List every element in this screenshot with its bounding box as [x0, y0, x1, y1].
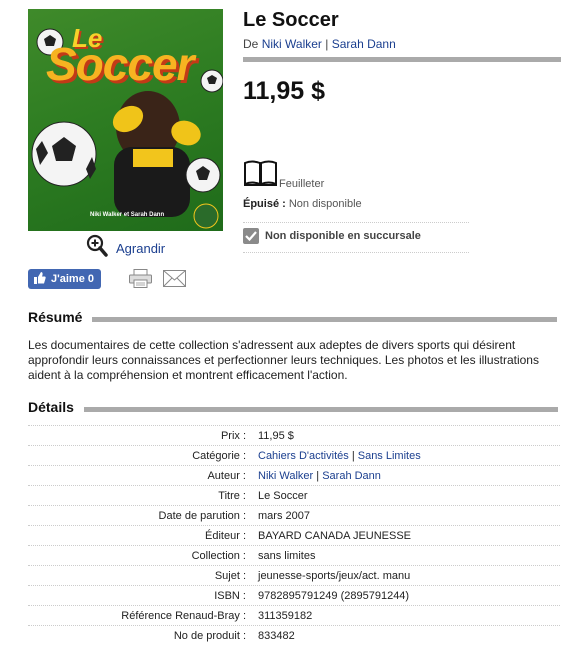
details-row-category: Catégorie : Cahiers D'activités | Sans L…: [28, 445, 560, 465]
details-value: mars 2007: [258, 509, 310, 522]
byline: De Niki Walker | Sarah Dann: [243, 37, 396, 51]
details-row-reference: Référence Renaud-Bray : 311359182: [28, 605, 560, 625]
author-link-niki-walker[interactable]: Niki Walker: [262, 37, 322, 51]
branch-status-label: Non disponible en succursale: [265, 230, 421, 242]
details-value: jeunesse-sports/jeux/act. manu: [258, 569, 411, 582]
book-icon: [244, 160, 277, 191]
details-row-publisher: Éditeur : BAYARD CANADA JEUNESSE: [28, 525, 560, 545]
divider: [243, 252, 469, 253]
byline-separator: |: [325, 37, 329, 51]
details-value: Cahiers D'activités | Sans Limites: [250, 450, 421, 462]
mail-icon[interactable]: [163, 270, 186, 292]
details-value: Niki Walker | Sarah Dann: [250, 470, 381, 482]
zoom-icon: [86, 234, 108, 263]
details-value: 833482: [258, 629, 295, 642]
category-separator: |: [351, 449, 355, 462]
details-label: Auteur :: [207, 469, 246, 482]
book-cover-image[interactable]: Le Soccer Niki Walker et Sarah Dann: [28, 9, 223, 231]
product-price: 11,95 $: [243, 77, 326, 105]
format-option[interactable]: Feuilleter: [244, 160, 324, 191]
title-divider: [243, 57, 561, 62]
summary-heading: Résumé: [28, 309, 83, 325]
format-label: Feuilleter: [279, 178, 325, 190]
details-label: Prix :: [220, 429, 246, 442]
status-value: Non disponible: [288, 198, 362, 210]
details-row-isbn: ISBN : 9782895791249 (2895791244): [28, 585, 560, 605]
availability-status: Épuisé : Non disponible: [243, 198, 362, 210]
details-value: BAYARD CANADA JEUNESSE: [258, 529, 412, 542]
facebook-like-button[interactable]: J'aime 0: [28, 269, 101, 289]
details-row-subject: Sujet : jeunesse-sports/jeux/act. manu: [28, 565, 560, 585]
author-separator: |: [316, 469, 320, 482]
cover-authors: Niki Walker et Sarah Dann: [90, 212, 165, 218]
author-link-niki-walker[interactable]: Niki Walker: [258, 470, 313, 482]
details-row-author: Auteur : Niki Walker | Sarah Dann: [28, 465, 560, 485]
check-icon: [243, 228, 259, 244]
zoom-label[interactable]: Agrandir: [116, 241, 165, 256]
cover-title: Soccer: [46, 38, 194, 90]
details-row-product-number: No de produit : 833482: [28, 625, 560, 645]
thumbs-up-icon: [34, 271, 46, 287]
category-link-sans-limites[interactable]: Sans Limites: [358, 450, 421, 462]
details-table: Prix : 11,95 $ Catégorie : Cahiers D'act…: [28, 425, 560, 645]
details-section-header: Détails: [28, 399, 558, 415]
section-bar: [83, 407, 558, 412]
details-label: Catégorie :: [192, 449, 246, 462]
details-label: ISBN :: [214, 589, 246, 602]
author-link-sarah-dann[interactable]: Sarah Dann: [332, 37, 396, 51]
details-value: 311359182: [258, 609, 313, 622]
details-value: Le Soccer: [258, 489, 308, 502]
details-label: Éditeur :: [205, 529, 246, 542]
details-value: 9782895791249 (2895791244): [258, 589, 410, 602]
summary-section-header: Résumé: [28, 309, 558, 325]
details-label: Titre :: [218, 489, 246, 502]
byline-prefix: De: [243, 37, 259, 51]
product-title: Le Soccer: [243, 9, 339, 31]
details-value: sans limites: [258, 549, 316, 562]
details-row-title: Titre : Le Soccer: [28, 485, 560, 505]
like-label: J'aime 0: [51, 273, 94, 285]
summary-text: Les documentaires de cette collection s'…: [28, 338, 539, 382]
details-heading: Détails: [28, 399, 74, 415]
details-label: Référence Renaud-Bray :: [121, 609, 246, 622]
section-bar: [92, 317, 558, 322]
details-label: Sujet :: [214, 569, 246, 582]
category-link-cahiers[interactable]: Cahiers D'activités: [258, 450, 349, 462]
details-row-price: Prix : 11,95 $: [28, 425, 560, 445]
details-value: 11,95 $: [258, 429, 294, 442]
branch-availability: Non disponible en succursale: [243, 228, 421, 244]
divider: [243, 222, 469, 223]
status-label: Épuisé :: [243, 198, 286, 210]
details-label: Collection :: [191, 549, 246, 562]
author-link-sarah-dann[interactable]: Sarah Dann: [322, 470, 381, 482]
zoom-link[interactable]: Agrandir: [86, 234, 165, 263]
details-row-collection: Collection : sans limites: [28, 545, 560, 565]
details-label: No de produit :: [173, 629, 246, 642]
details-row-date: Date de parution : mars 2007: [28, 505, 560, 525]
details-label: Date de parution :: [158, 509, 246, 522]
print-icon[interactable]: [129, 269, 152, 293]
